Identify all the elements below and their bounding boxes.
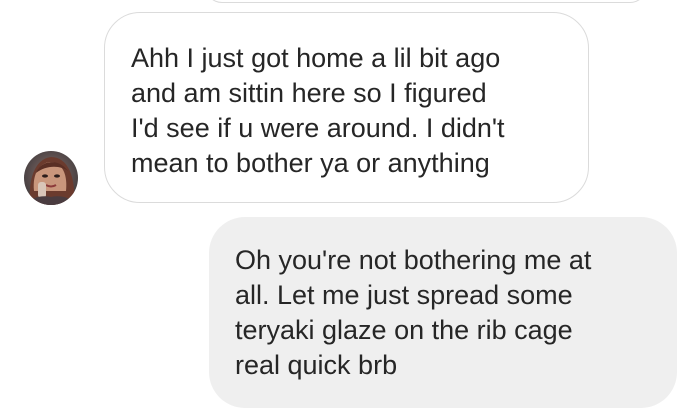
outgoing-message-text: Oh you're not bothering me at all. Let m… xyxy=(235,245,592,380)
incoming-message-text: Ahh I just got home a lil bit ago and am… xyxy=(131,43,505,178)
incoming-message-bubble[interactable]: Ahh I just got home a lil bit ago and am… xyxy=(104,12,589,203)
outgoing-message-bubble[interactable]: Oh you're not bothering me at all. Let m… xyxy=(209,217,677,408)
contact-avatar[interactable] xyxy=(24,151,78,205)
previous-message-bubble-edge xyxy=(205,0,647,3)
avatar-photo-icon xyxy=(24,151,78,205)
